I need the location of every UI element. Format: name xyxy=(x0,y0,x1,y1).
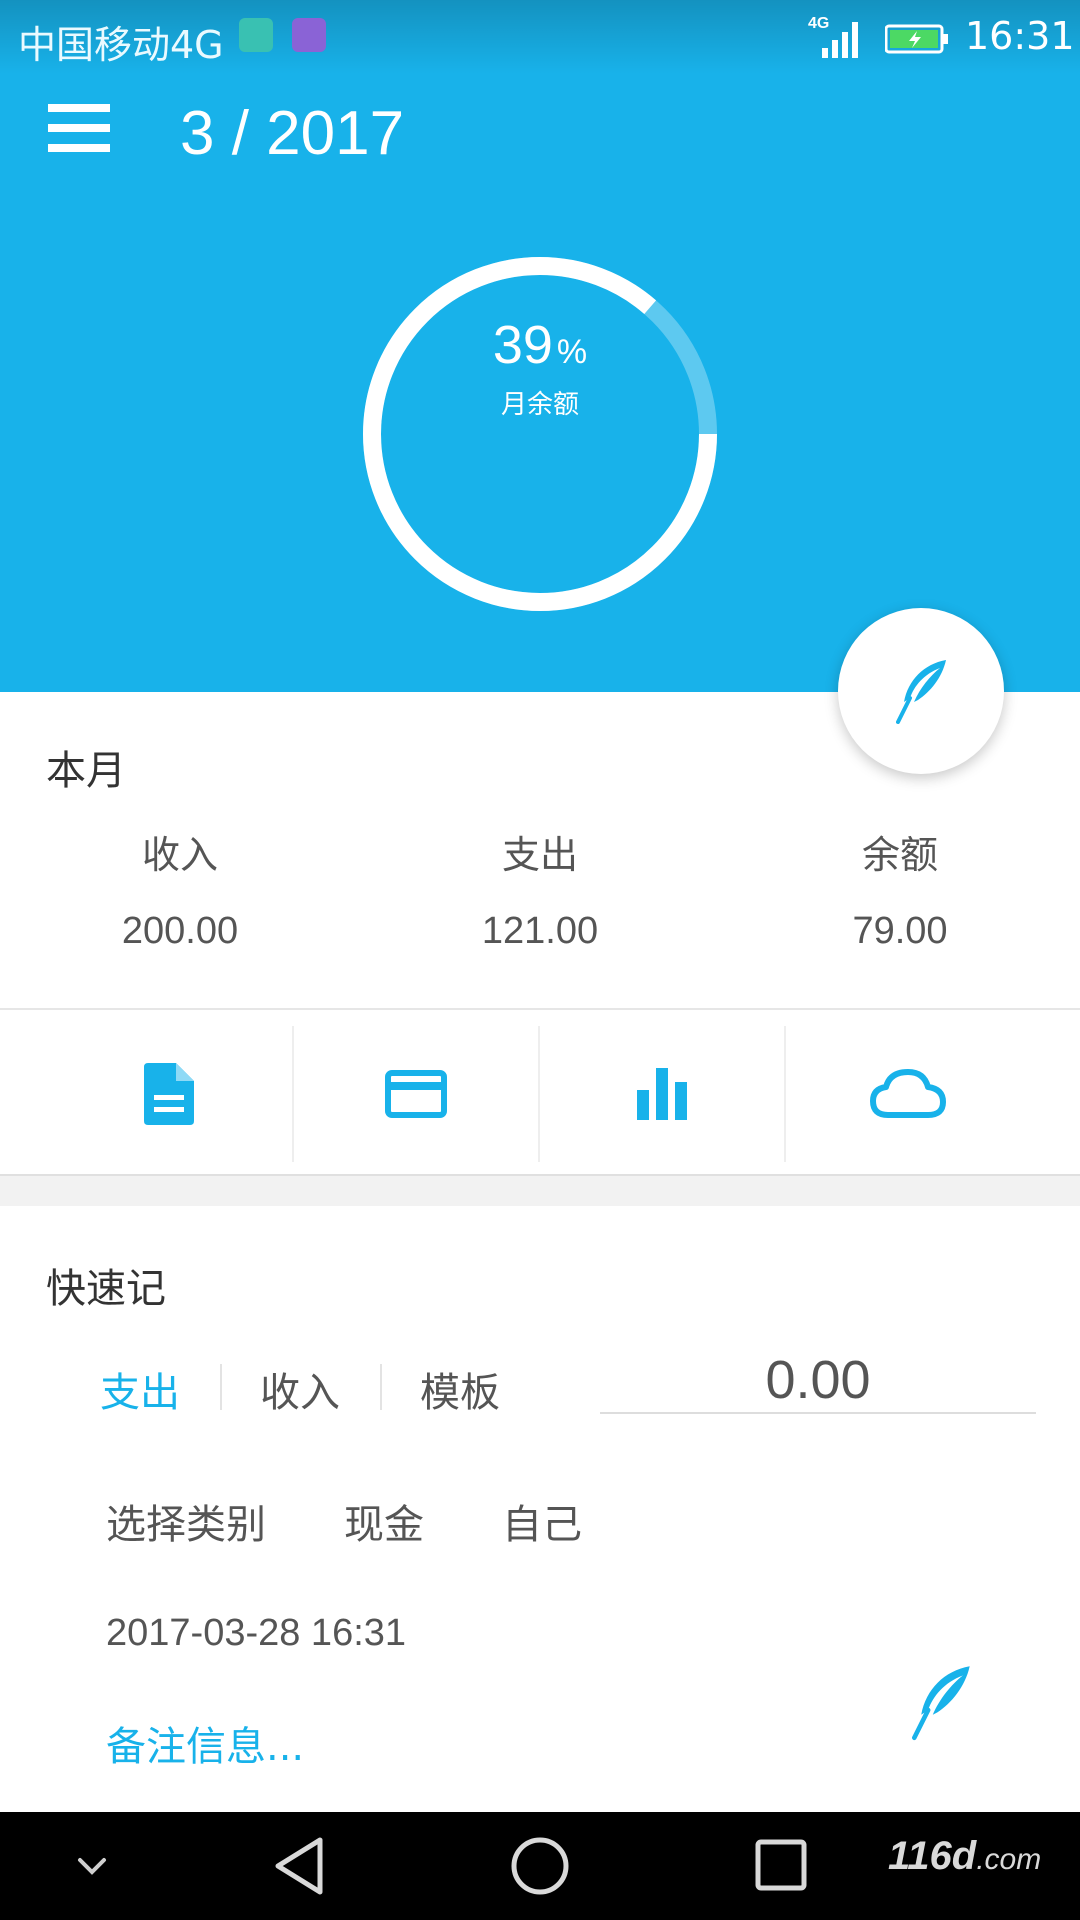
add-record-fab[interactable] xyxy=(838,608,1004,774)
watermark-suffix: .com xyxy=(976,1843,1042,1876)
watermark-logo: 116d.com xyxy=(888,1834,1041,1879)
feather-icon xyxy=(896,660,946,724)
ring-label: 月余额 xyxy=(500,390,579,420)
status-bar: 中国移动4G 4G 16:31 xyxy=(0,0,1080,74)
quick-record-card: 快速记 支出 收入 模板 选择类别 现金 自己 2017-03-28 16:31… xyxy=(0,1206,1080,1812)
tools-row xyxy=(0,1008,1080,1176)
income-value: 200.00 xyxy=(121,910,239,952)
menu-icon xyxy=(48,104,110,112)
balance-label: 余额 xyxy=(861,833,938,877)
note-input[interactable]: 备注信息... xyxy=(106,1714,304,1772)
accounts-button[interactable] xyxy=(292,1026,538,1162)
quick-record-title: 快速记 xyxy=(46,1266,166,1312)
home-icon[interactable] xyxy=(508,1812,572,1920)
account-select[interactable]: 现金 xyxy=(344,1492,424,1550)
menu-icon-bar xyxy=(48,144,110,152)
ring-percent-sign: % xyxy=(556,333,588,371)
feather-icon xyxy=(912,1666,970,1741)
chevron-down-icon[interactable] xyxy=(72,1812,112,1920)
android-app-icon xyxy=(239,18,273,52)
tab-divider xyxy=(220,1364,222,1410)
ring-center: 39% 月余额 xyxy=(360,314,720,421)
balance-ring xyxy=(363,257,717,611)
tab-expense[interactable]: 支出 xyxy=(100,1360,180,1418)
expense-label: 支出 xyxy=(501,833,578,877)
sync-button[interactable] xyxy=(784,1026,1030,1162)
expense-value: 121.00 xyxy=(481,910,599,952)
ring-percent: 39% xyxy=(360,314,720,376)
tab-income[interactable]: 收入 xyxy=(260,1360,340,1418)
bar-chart-icon xyxy=(637,1068,687,1120)
clock: 16:31 xyxy=(965,14,1075,58)
month-title[interactable]: 3 / 2017 xyxy=(180,98,404,169)
menu-icon-bar xyxy=(48,124,110,132)
tab-template[interactable]: 模板 xyxy=(420,1360,500,1418)
summary-title: 本月 xyxy=(46,748,126,794)
gallery-app-icon xyxy=(292,18,326,52)
carrier-name: 中国移动4G xyxy=(18,23,224,67)
records-button[interactable] xyxy=(46,1026,292,1162)
document-icon xyxy=(144,1063,194,1125)
ring-percent-value: 39 xyxy=(492,315,553,375)
category-select[interactable]: 选择类别 xyxy=(106,1492,266,1550)
tab-divider xyxy=(380,1364,382,1410)
back-icon[interactable] xyxy=(270,1812,330,1920)
statistics-button[interactable] xyxy=(538,1026,784,1162)
save-record-button[interactable] xyxy=(912,1662,972,1746)
signal-icon: 4G xyxy=(808,15,858,58)
battery-icon xyxy=(885,24,948,54)
cloud-icon xyxy=(870,1069,946,1118)
system-nav-bar: 116d.com xyxy=(0,1812,1080,1920)
datetime-picker[interactable]: 2017-03-28 16:31 xyxy=(106,1612,406,1655)
watermark-main: 116d xyxy=(888,1834,977,1878)
recents-icon[interactable] xyxy=(752,1812,810,1920)
menu-button[interactable] xyxy=(48,104,114,162)
network-type: 4G xyxy=(808,15,829,32)
income-label: 收入 xyxy=(141,833,218,877)
balance-value: 79.00 xyxy=(852,910,948,952)
card-icon xyxy=(385,1070,447,1118)
amount-input[interactable] xyxy=(600,1348,1036,1414)
member-select[interactable]: 自己 xyxy=(502,1492,582,1550)
